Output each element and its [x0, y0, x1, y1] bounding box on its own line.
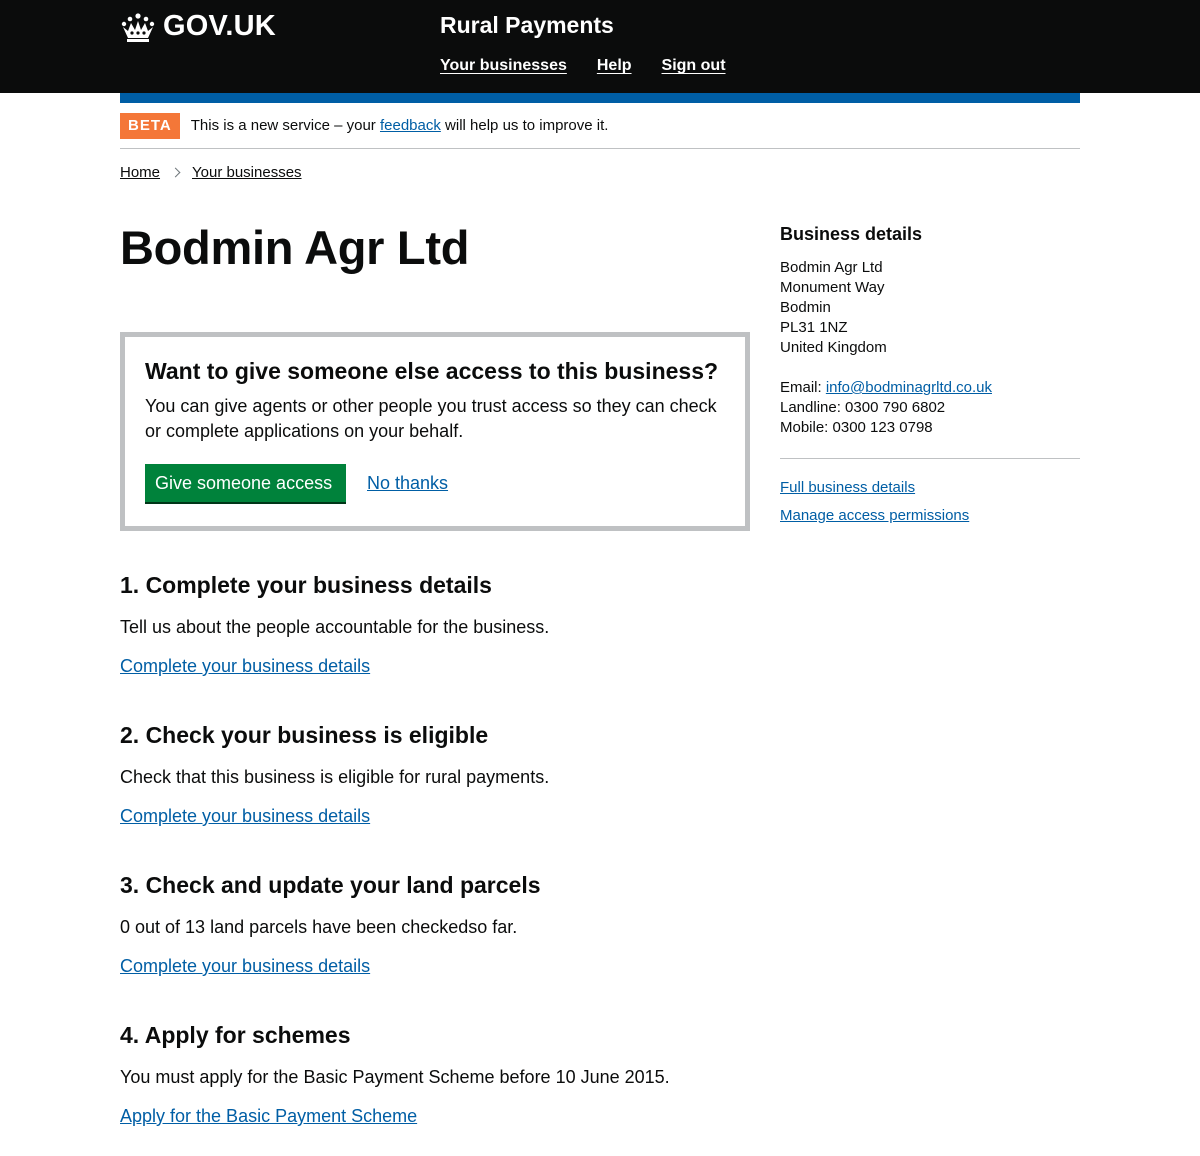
site-header: GOV.UK Rural Payments Your businesses He… [0, 0, 1200, 93]
step-heading: 3. Check and update your land parcels [120, 872, 541, 898]
address-line: Monument Way [780, 279, 885, 296]
address-line: Bodmin Agr Ltd [780, 259, 883, 276]
mobile: Mobile: 0300 123 0798 [780, 419, 933, 436]
logo-text: GOV.UK [163, 10, 276, 42]
step-business-details: 1. Complete your business details Tell u… [120, 572, 740, 677]
step-heading: 2. Check your business is eligible [120, 722, 489, 748]
landline: Landline: 0300 790 6802 [780, 399, 946, 416]
header-nav: Your businesses Help Sign out [440, 57, 726, 75]
step-eligibility: 2. Check your business is eligible Check… [120, 722, 740, 827]
service-name[interactable]: Rural Payments [440, 12, 614, 39]
step-heading: 1. Complete your business details [120, 572, 492, 598]
breadcrumb-your-businesses[interactable]: Your businesses [192, 164, 302, 181]
full-business-details-link[interactable]: Full business details [780, 479, 1080, 496]
sidebar-heading: Business details [780, 224, 923, 244]
step-body: Check that this business is eligible for… [120, 767, 550, 787]
panel-actions: Give someone access No thanks [145, 464, 725, 502]
email-label: Email: [780, 379, 826, 396]
chevron-right-icon [170, 167, 181, 178]
step-link[interactable]: Apply for the Basic Payment Scheme [120, 1106, 417, 1126]
crown-icon [121, 12, 155, 42]
business-details-sidebar: Business details Bodmin Agr Ltd Monument… [780, 224, 1080, 535]
feedback-link[interactable]: feedback [380, 117, 441, 134]
breadcrumb: Home Your businesses [120, 164, 302, 181]
phase-banner-text: This is a new service – your feedback wi… [191, 117, 609, 134]
give-someone-access-button[interactable]: Give someone access [145, 464, 346, 502]
address-line: PL31 1NZ [780, 319, 848, 336]
address-line: Bodmin [780, 299, 831, 316]
header-blue-bar [120, 93, 1080, 103]
address-line: United Kingdom [780, 339, 887, 356]
step-heading: 4. Apply for schemes [120, 1022, 351, 1048]
step-link[interactable]: Complete your business details [120, 806, 370, 826]
business-address: Bodmin Agr Ltd Monument Way Bodmin PL31 … [780, 258, 1080, 358]
beta-tag: BETA [120, 113, 180, 139]
phase-text-after: will help us to improve it. [440, 117, 609, 134]
step-body: 0 out of 13 land parcels have been check… [120, 917, 518, 937]
page-title: Bodmin Agr Ltd [120, 221, 470, 274]
govuk-logo-link[interactable]: GOV.UK [120, 10, 276, 43]
contact-details: Email: info@bodminagrltd.co.uk Landline:… [780, 378, 1080, 438]
step-link[interactable]: Complete your business details [120, 956, 370, 976]
step-apply-schemes: 4. Apply for schemes You must apply for … [120, 1022, 740, 1127]
panel-heading: Want to give someone else access to this… [145, 358, 719, 384]
email-link[interactable]: info@bodminagrltd.co.uk [826, 379, 992, 396]
step-land-parcels: 3. Check and update your land parcels 0 … [120, 872, 740, 977]
step-body: You must apply for the Basic Payment Sch… [120, 1067, 670, 1087]
nav-your-businesses[interactable]: Your businesses [440, 57, 567, 75]
nav-sign-out[interactable]: Sign out [662, 57, 726, 75]
panel-body: You can give agents or other people you … [145, 396, 717, 441]
step-body: Tell us about the people accountable for… [120, 617, 550, 637]
nav-help[interactable]: Help [597, 57, 632, 75]
manage-access-permissions-link[interactable]: Manage access permissions [780, 507, 1080, 524]
phase-banner: BETA This is a new service – your feedba… [120, 113, 1080, 149]
email-row: Email: info@bodminagrltd.co.uk [780, 378, 1080, 398]
step-link[interactable]: Complete your business details [120, 656, 370, 676]
sidebar-divider [780, 458, 1080, 459]
breadcrumb-home[interactable]: Home [120, 164, 160, 181]
access-panel: Want to give someone else access to this… [120, 332, 750, 531]
no-thanks-link[interactable]: No thanks [367, 473, 448, 494]
phase-text-before: This is a new service – your [190, 117, 380, 134]
